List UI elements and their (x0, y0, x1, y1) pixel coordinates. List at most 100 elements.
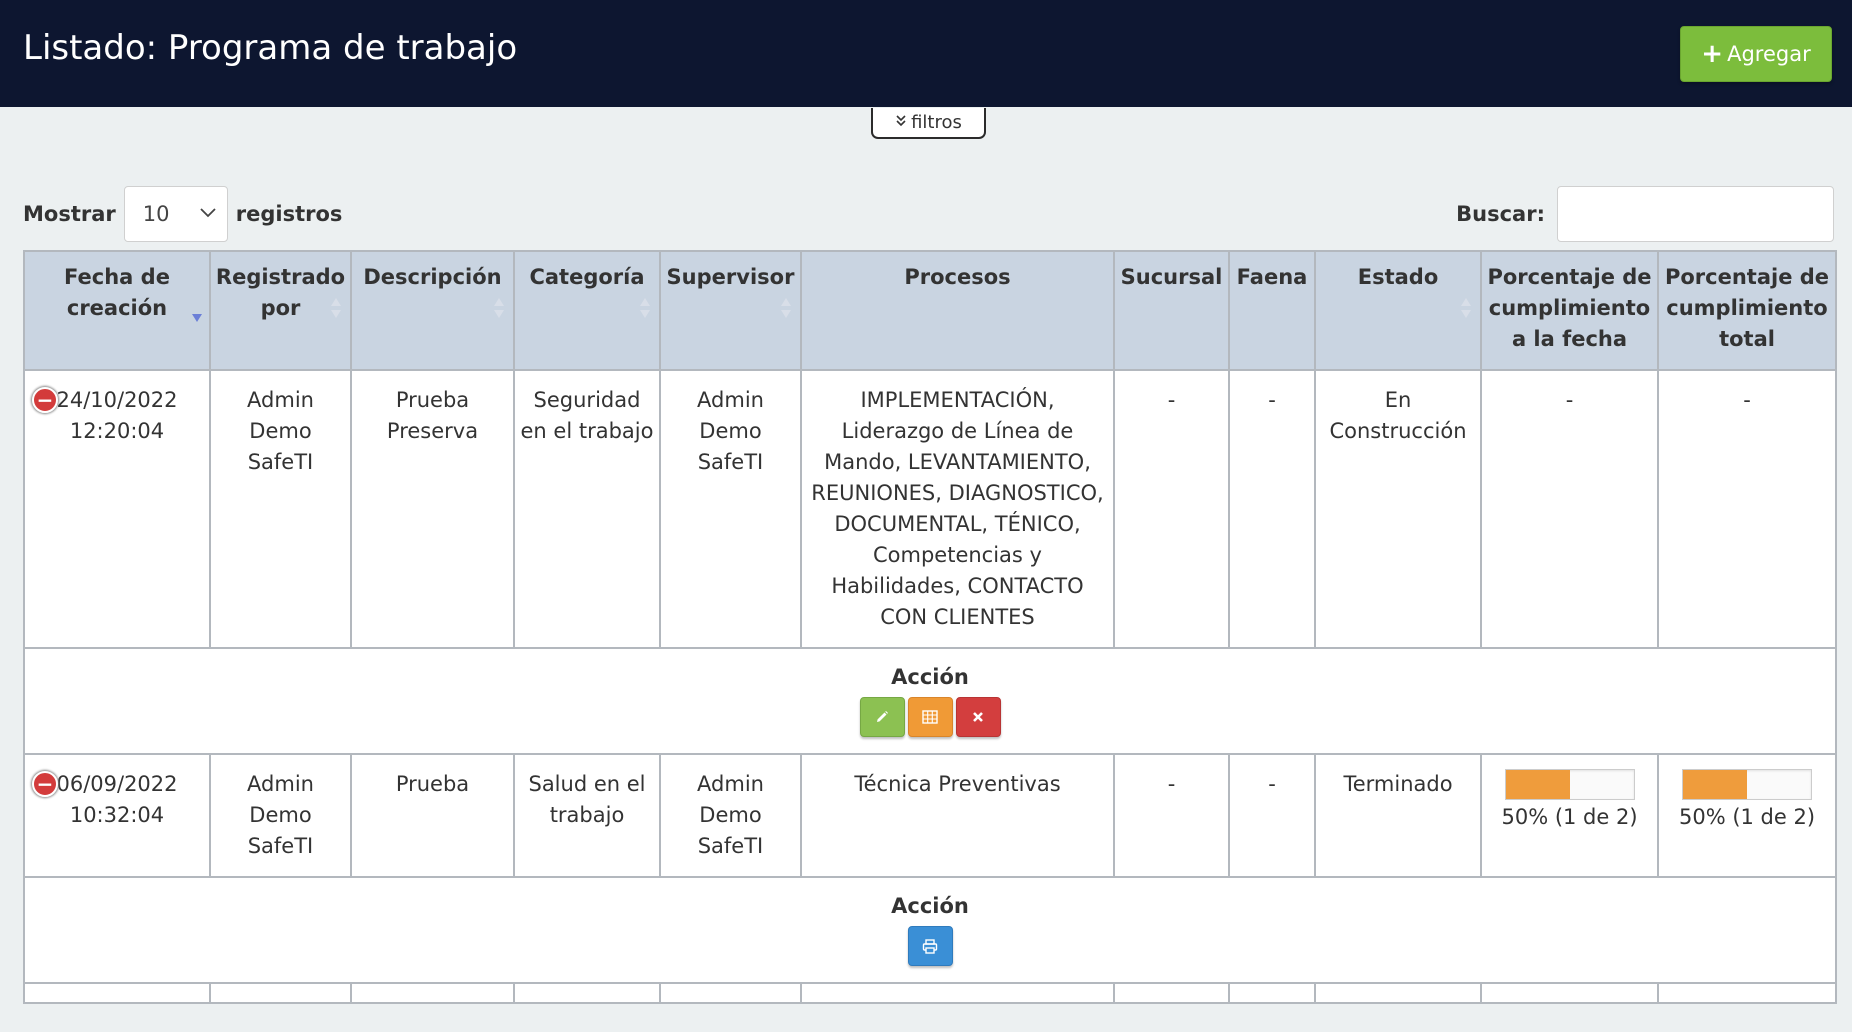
column-header-categoria[interactable]: Categoría (513, 250, 661, 371)
table-row: − 06/09/2022 10:32:04 Admin Demo SafeTI … (23, 753, 1837, 878)
column-header-procesos: Procesos (800, 250, 1115, 371)
cell-pct-total: - (1657, 369, 1837, 649)
search-control: Buscar: (1456, 186, 1834, 242)
cell-estado: En Construcción (1314, 369, 1482, 649)
column-header-label: Descripción (363, 265, 502, 289)
column-header-label: Procesos (904, 265, 1011, 289)
cell-pct-fecha: - (1480, 369, 1659, 649)
minus-circle-icon[interactable]: − (32, 771, 58, 797)
column-header-fecha[interactable]: Fecha de creación (23, 250, 211, 371)
plus-icon: + (1701, 39, 1724, 69)
cell-descripcion: Prueba (350, 753, 515, 878)
print-icon (922, 938, 938, 954)
column-header-label: Categoría (529, 265, 645, 289)
action-buttons (25, 697, 1835, 737)
action-label: Acción (891, 894, 969, 918)
cell-fecha: − 24/10/2022 12:20:04 (23, 369, 211, 649)
cell-faena: - (1228, 753, 1316, 878)
close-icon (973, 712, 983, 722)
column-header-estado[interactable]: Estado (1314, 250, 1482, 371)
cell-pct-total: 50% (1 de 2) (1657, 753, 1837, 878)
progress-fill (1505, 770, 1570, 799)
page-header: Listado: Programa de trabajo + Agregar (0, 0, 1852, 107)
edit-button[interactable] (859, 697, 905, 737)
progress-bar (1504, 769, 1635, 800)
search-input[interactable] (1557, 186, 1834, 242)
cell-fecha: − 06/09/2022 10:32:04 (23, 753, 211, 878)
row-child-actions: Acción (23, 647, 1837, 755)
cell-pct-fecha: 50% (1 de 2) (1480, 753, 1659, 878)
add-button[interactable]: + Agregar (1680, 26, 1832, 82)
cell-descripcion: Prueba Preserva (350, 369, 515, 649)
column-header-label: Estado (1357, 265, 1439, 289)
work-program-table: Fecha de creación Registrado por Descrip… (23, 250, 1837, 1004)
cell-empty (1657, 982, 1837, 1004)
column-header-label: Fecha de creación (64, 265, 170, 320)
column-header-pct-total: Porcentaje de cumplimiento total (1657, 250, 1837, 371)
action-cell: Acción (23, 647, 1837, 755)
action-label: Acción (891, 665, 969, 689)
cell-supervisor: Admin Demo SafeTI (659, 753, 802, 878)
column-header-sucursal: Sucursal (1113, 250, 1230, 371)
sort-desc-icon (192, 314, 202, 322)
sort-both-icon (640, 298, 650, 318)
cell-sucursal: - (1113, 753, 1230, 878)
progress-text: 50% (1 de 2) (1501, 805, 1638, 829)
cell-empty (513, 982, 661, 1004)
cell-empty (23, 982, 211, 1004)
column-header-label: Sucursal (1120, 265, 1223, 289)
sort-both-icon (781, 298, 791, 318)
column-header-label: Supervisor (666, 265, 795, 289)
page-length-value: 10 (142, 202, 170, 226)
cell-empty (1480, 982, 1659, 1004)
cell-empty (659, 982, 802, 1004)
length-suffix-label: registros (235, 202, 343, 226)
action-buttons (25, 926, 1835, 966)
filters-toggle-label: filtros (911, 112, 962, 133)
search-label: Buscar: (1456, 202, 1545, 226)
column-header-registrado[interactable]: Registrado por (209, 250, 352, 371)
cell-empty (1228, 982, 1316, 1004)
table-row (23, 982, 1837, 1004)
cell-registrado: Admin Demo SafeTI (209, 369, 352, 649)
column-header-supervisor[interactable]: Supervisor (659, 250, 802, 371)
length-prefix-label: Mostrar (23, 202, 116, 226)
pencil-icon (877, 711, 888, 722)
page-length-control: Mostrar 10 registros (23, 186, 342, 242)
cell-empty (800, 982, 1115, 1004)
cell-procesos: IMPLEMENTACIÓN, Liderazgo de Línea de Ma… (800, 369, 1115, 649)
cell-empty (1113, 982, 1230, 1004)
cell-registrado: Admin Demo SafeTI (209, 753, 352, 878)
sort-both-icon (1461, 298, 1471, 318)
schedule-table-button[interactable] (907, 697, 953, 737)
cell-faena: - (1228, 369, 1316, 649)
cell-procesos: Técnica Preventivas (800, 753, 1115, 878)
double-chevron-down-icon (895, 114, 907, 131)
column-header-pct-fecha: Porcentaje de cumplimiento a la fecha (1480, 250, 1659, 371)
cell-estado: Terminado (1314, 753, 1482, 878)
table-row: − 24/10/2022 12:20:04 Admin Demo SafeTI … (23, 369, 1837, 649)
sort-both-icon (494, 298, 504, 318)
minus-circle-icon[interactable]: − (32, 387, 58, 413)
cell-categoria: Seguridad en el trabajo (513, 369, 661, 649)
filters-toggle[interactable]: filtros (871, 108, 986, 139)
column-header-label: Faena (1236, 265, 1308, 289)
cell-categoria: Salud en el trabajo (513, 753, 661, 878)
page-title: Listado: Programa de trabajo (23, 28, 518, 68)
table-header-row: Fecha de creación Registrado por Descrip… (23, 250, 1837, 371)
progress-bar (1682, 769, 1812, 800)
delete-button[interactable] (955, 697, 1001, 737)
page-length-select[interactable]: 10 (123, 186, 228, 242)
column-header-descripcion[interactable]: Descripción (350, 250, 515, 371)
print-button[interactable] (907, 926, 953, 966)
cell-supervisor: Admin Demo SafeTI (659, 369, 802, 649)
table-icon (922, 710, 938, 724)
sort-both-icon (331, 298, 341, 318)
column-header-label: Porcentaje de cumplimiento total (1664, 265, 1830, 351)
chevron-down-icon (199, 204, 217, 223)
cell-fecha-time: 10:32:04 (69, 803, 165, 827)
column-header-label: Porcentaje de cumplimiento a la fecha (1487, 265, 1652, 351)
row-child-actions: Acción (23, 876, 1837, 984)
cell-empty (350, 982, 515, 1004)
column-header-label: Registrado por (215, 265, 346, 320)
